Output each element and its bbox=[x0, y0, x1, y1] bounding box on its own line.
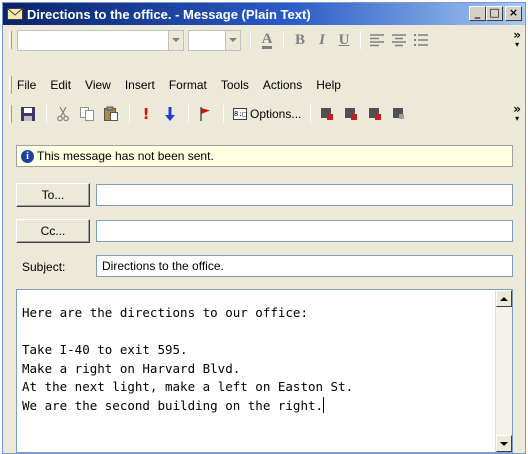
scissors-icon bbox=[57, 106, 69, 122]
chevron-down-icon[interactable] bbox=[225, 30, 240, 50]
formatting-toolbar: A B I U » ▾ bbox=[3, 27, 525, 53]
arrow-down-icon bbox=[500, 441, 508, 446]
bold-icon: B bbox=[294, 31, 305, 48]
copy-button[interactable] bbox=[76, 104, 98, 124]
previous-item-button[interactable] bbox=[316, 104, 338, 124]
paste-button[interactable] bbox=[100, 104, 122, 124]
message-body-text[interactable]: Here are the directions to our office: T… bbox=[22, 304, 492, 416]
close-button[interactable]: × bbox=[505, 6, 522, 21]
toolbar-separator bbox=[129, 105, 130, 123]
window-title: Directions to the office. - Message (Pla… bbox=[27, 6, 311, 22]
subject-label: Subject: bbox=[22, 260, 66, 274]
next-unread-button[interactable] bbox=[388, 104, 410, 124]
subject-value: Directions to the office. bbox=[102, 259, 224, 273]
bullet-list-icon bbox=[414, 34, 428, 46]
message-icon bbox=[369, 108, 382, 120]
to-field[interactable] bbox=[96, 184, 513, 206]
body-content: Here are the directions to our office: T… bbox=[22, 305, 354, 413]
toolbar-overflow-button[interactable]: » ▾ bbox=[513, 103, 521, 123]
to-button-label: To... bbox=[41, 188, 65, 202]
message-window: Directions to the office. - Message (Pla… bbox=[2, 2, 526, 454]
toolbar-separator bbox=[250, 31, 251, 49]
exclamation-icon: ! bbox=[142, 105, 150, 123]
cut-button[interactable] bbox=[52, 104, 74, 124]
align-center-button[interactable] bbox=[388, 30, 410, 50]
toolbar-grip[interactable] bbox=[9, 105, 12, 123]
text-caret bbox=[323, 396, 325, 413]
menu-file[interactable]: File bbox=[17, 78, 36, 92]
follow-up-button[interactable] bbox=[194, 104, 216, 124]
options-label: Options... bbox=[250, 107, 302, 121]
message-body[interactable]: Here are the directions to our office: T… bbox=[16, 289, 513, 453]
options-icon: 8:□ bbox=[233, 108, 247, 120]
underline-button[interactable]: U bbox=[333, 30, 355, 50]
vertical-scrollbar[interactable] bbox=[495, 290, 512, 452]
menu-tools[interactable]: Tools bbox=[221, 78, 249, 92]
font-name-combo[interactable] bbox=[17, 29, 184, 51]
minimize-button[interactable]: _ bbox=[469, 6, 486, 21]
toolbar-overflow-button[interactable]: » ▾ bbox=[513, 29, 521, 49]
message-next-icon bbox=[345, 108, 358, 120]
toolbar-separator bbox=[310, 105, 312, 123]
bold-button[interactable]: B bbox=[289, 30, 311, 50]
copy-icon bbox=[80, 107, 94, 121]
menu-bar: File Edit View Insert Format Tools Actio… bbox=[3, 74, 525, 96]
toolbar-separator bbox=[223, 105, 224, 123]
maximize-icon: □ bbox=[489, 6, 500, 19]
importance-high-button[interactable]: ! bbox=[135, 104, 157, 124]
scroll-up-button[interactable] bbox=[496, 290, 512, 307]
next-item-button[interactable] bbox=[340, 104, 362, 124]
toolbar-separator bbox=[188, 105, 189, 123]
minimize-icon: _ bbox=[474, 6, 481, 19]
italic-icon: I bbox=[319, 31, 325, 48]
menu-format[interactable]: Format bbox=[169, 78, 207, 92]
toolbar-separator bbox=[360, 31, 361, 49]
arrow-down-icon bbox=[165, 107, 175, 121]
toolbar-separator bbox=[46, 105, 47, 123]
options-button[interactable]: 8:□ Options... bbox=[229, 104, 305, 124]
maximize-button[interactable]: □ bbox=[486, 6, 503, 21]
previous-unread-button[interactable] bbox=[364, 104, 386, 124]
flag-icon bbox=[200, 107, 210, 121]
align-left-button[interactable] bbox=[366, 30, 388, 50]
clipboard-icon bbox=[104, 106, 118, 121]
menu-edit[interactable]: Edit bbox=[50, 78, 71, 92]
menu-view[interactable]: View bbox=[85, 78, 111, 92]
message-previous-icon bbox=[321, 108, 334, 120]
scroll-down-button[interactable] bbox=[496, 435, 512, 452]
menu-actions[interactable]: Actions bbox=[263, 78, 302, 92]
title-bar[interactable]: Directions to the office. - Message (Pla… bbox=[3, 3, 525, 25]
info-message: This message has not been sent. bbox=[37, 149, 214, 163]
menu-insert[interactable]: Insert bbox=[125, 78, 155, 92]
menu-grip[interactable] bbox=[9, 76, 12, 94]
underline-icon: U bbox=[338, 31, 350, 48]
font-size-combo[interactable] bbox=[188, 29, 241, 51]
font-color-button[interactable]: A bbox=[256, 30, 278, 50]
cc-button[interactable]: Cc... bbox=[16, 219, 90, 243]
info-bar: i This message has not been sent. bbox=[16, 145, 513, 167]
chevron-down-icon[interactable] bbox=[168, 30, 183, 50]
standard-toolbar: ! 8:□ Options... » ▾ bbox=[3, 101, 525, 127]
to-button[interactable]: To... bbox=[16, 183, 90, 207]
save-button[interactable] bbox=[17, 104, 39, 124]
info-icon: i bbox=[21, 149, 34, 163]
subject-field[interactable]: Directions to the office. bbox=[96, 255, 513, 277]
close-icon: × bbox=[508, 6, 519, 19]
cc-field[interactable] bbox=[96, 220, 513, 242]
message-icon bbox=[393, 108, 405, 119]
menu-help[interactable]: Help bbox=[316, 78, 341, 92]
cc-button-label: Cc... bbox=[40, 224, 66, 238]
font-color-icon: A bbox=[261, 30, 273, 49]
italic-button[interactable]: I bbox=[311, 30, 333, 50]
align-left-icon bbox=[370, 34, 384, 47]
save-icon bbox=[21, 107, 35, 121]
importance-low-button[interactable] bbox=[159, 104, 181, 124]
envelope-icon bbox=[7, 8, 23, 20]
toolbar-grip[interactable] bbox=[9, 31, 12, 49]
bullets-button[interactable] bbox=[410, 30, 432, 50]
align-center-icon bbox=[392, 34, 406, 47]
toolbar-separator bbox=[283, 31, 284, 49]
arrow-up-icon bbox=[500, 296, 508, 301]
